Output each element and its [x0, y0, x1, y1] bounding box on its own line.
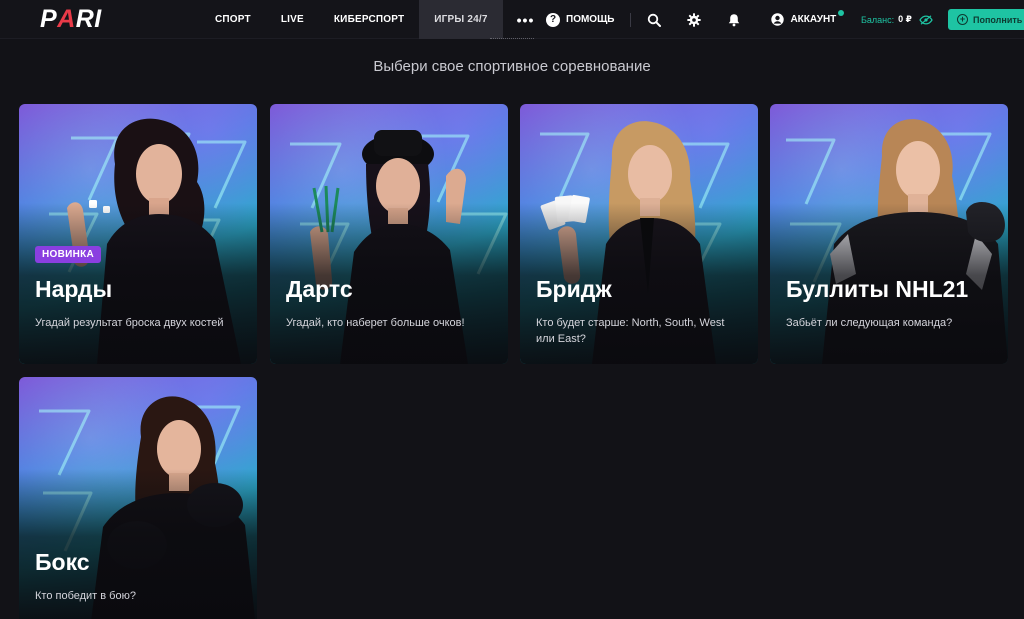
help-button[interactable]: ? ПОМОЩЬ [546, 12, 615, 27]
header-divider [630, 12, 632, 27]
account-status-dot [838, 10, 845, 16]
game-card-darts[interactable]: Дартс Угадай, кто наберет больше очков! [270, 104, 508, 364]
card-description: Угадай результат броска двух костей [35, 317, 224, 329]
plus-circle-icon: + [957, 14, 968, 25]
logo-letter-a: A [57, 4, 76, 33]
pari-logo[interactable]: P A RI [40, 5, 102, 33]
deposit-label: Пополнить [973, 14, 1023, 25]
logo-letter-p: P [40, 4, 58, 33]
main-nav: СПОРТ LIVE КИБЕРСПОРТ ИГРЫ 24/7 ••• [200, 0, 548, 39]
card-title: Дартс [286, 276, 353, 302]
balance-display: Баланс: 0 ₽ [861, 0, 933, 39]
balance-label: Баланс: [861, 14, 895, 25]
page-title: Выбери свое спортивное соревнование [373, 58, 651, 75]
deposit-button[interactable]: + Пополнить [948, 9, 1024, 30]
game-card-boxing[interactable]: Бокс Кто победит в бою? [19, 377, 257, 619]
nav-games-24-7[interactable]: ИГРЫ 24/7 [419, 0, 503, 39]
nav-live[interactable]: LIVE [266, 0, 319, 39]
game-card-backgammon[interactable]: НОВИНКА Нарды Угадай результат броска дв… [19, 104, 257, 364]
bell-icon [729, 13, 740, 26]
card-description: Забьёт ли следующая команда? [786, 317, 953, 329]
help-label: ПОМОЩЬ [566, 14, 615, 25]
game-card-bridge[interactable]: Бридж Кто будет старше: North, South, We… [520, 104, 758, 364]
card-description: Кто победит в бою? [35, 590, 136, 602]
card-title: Буллиты NHL21 [786, 276, 969, 302]
account-label: АККАУНТ [790, 14, 837, 25]
account-button[interactable]: АККАУНТ [771, 10, 845, 26]
card-description: Кто будет старше: North, South, West или… [536, 317, 725, 345]
question-icon: ? [546, 12, 560, 27]
new-badge: НОВИНКА [35, 246, 102, 263]
scroll-hint-decoration [490, 38, 534, 41]
balance-amount: 0 ₽ [898, 14, 912, 24]
gear-icon [687, 12, 702, 27]
search-button[interactable] [647, 13, 662, 27]
settings-button[interactable] [687, 12, 702, 27]
user-icon [771, 13, 785, 26]
card-description: Угадай, кто наберет больше очков! [286, 317, 465, 329]
nav-more-menu[interactable]: ••• [503, 0, 549, 39]
nav-sport[interactable]: СПОРТ [200, 0, 266, 39]
top-header: P A RI СПОРТ LIVE КИБЕРСПОРТ ИГРЫ 24/7 •••… [0, 0, 1024, 39]
header-actions: ? ПОМОЩЬ АККАУНТ [546, 0, 845, 39]
logo-letters-ri: RI [75, 4, 102, 33]
game-card-nhl-shootout[interactable]: Буллиты NHL21 Забьёт ли следующая команд… [770, 104, 1008, 364]
search-icon [648, 13, 662, 27]
card-title: Бокс [35, 549, 90, 575]
nav-esports[interactable]: КИБЕРСПОРТ [319, 0, 419, 39]
card-title: Бридж [536, 276, 612, 302]
card-title: Нарды [35, 276, 113, 302]
notifications-button[interactable] [727, 13, 741, 27]
eye-slash-icon[interactable] [919, 14, 933, 25]
